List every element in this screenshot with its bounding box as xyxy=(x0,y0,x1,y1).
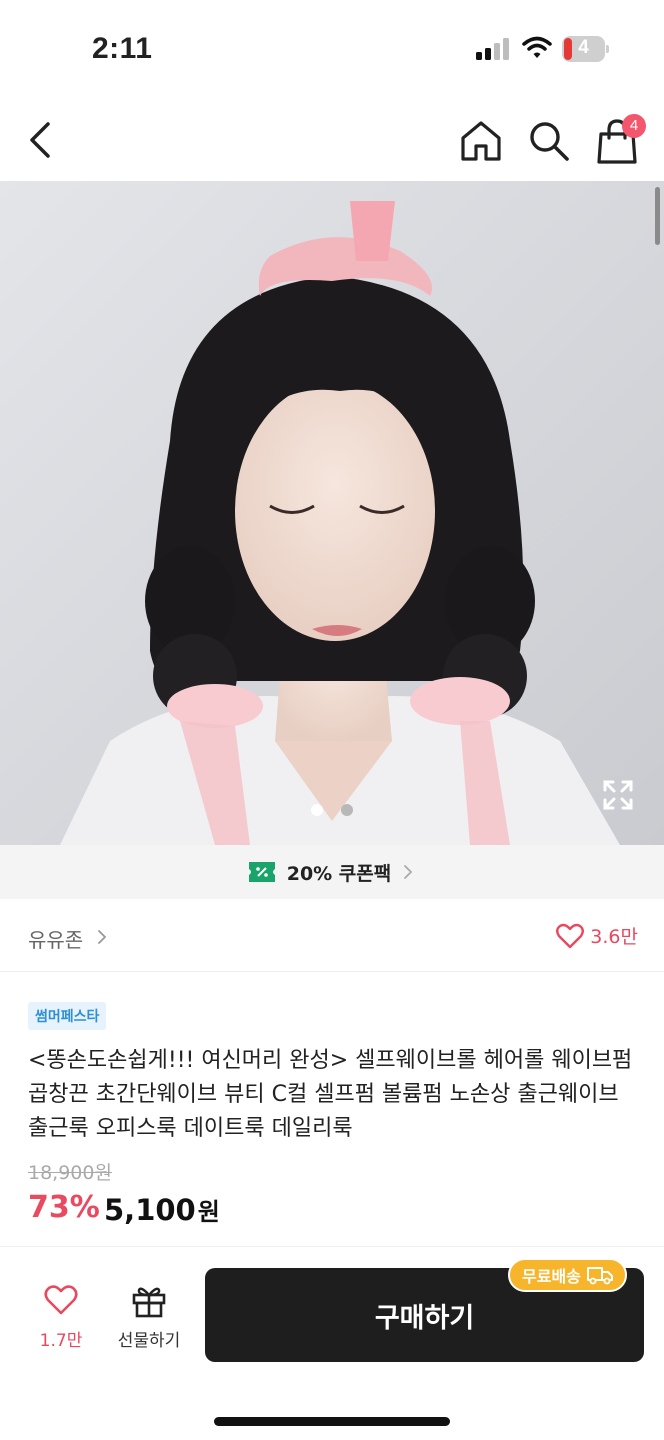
scroll-indicator[interactable] xyxy=(655,187,660,245)
coupon-label: 20% 쿠폰팩 xyxy=(286,862,392,885)
battery-level: 4 xyxy=(578,37,589,58)
truck-icon xyxy=(586,1267,613,1285)
back-icon[interactable] xyxy=(22,118,62,162)
free-shipping-label: 무료배송 xyxy=(522,1267,581,1286)
product-title: <똥손도손쉽게!!! 여신머리 완성> 셀프웨이브롤 헤어롤 웨이브펌 곱창끈 … xyxy=(28,1048,633,1141)
carousel-dots xyxy=(311,801,371,820)
product-photo xyxy=(0,181,664,845)
sale-price: 5,100 원 xyxy=(104,1192,220,1227)
heart-icon xyxy=(556,923,585,948)
discount-rate: 73% xyxy=(28,1190,100,1225)
price-value: 5,100 xyxy=(104,1193,196,1227)
gift-label: 선물하기 xyxy=(117,1331,181,1351)
store-like-button[interactable]: 3.6만 xyxy=(556,922,638,949)
home-icon[interactable] xyxy=(458,118,504,164)
chevron-right-icon xyxy=(98,930,107,944)
status-bar: 2:11 4 xyxy=(0,0,664,100)
carousel-dot-active[interactable] xyxy=(311,804,323,816)
carousel-dot[interactable] xyxy=(341,804,353,816)
status-time: 2:11 xyxy=(92,32,153,65)
price-currency: 원 xyxy=(197,1198,220,1226)
like-button[interactable]: 1.7만 xyxy=(22,1284,100,1364)
coupon-icon xyxy=(248,862,275,882)
gift-button[interactable]: 선물하기 xyxy=(108,1284,190,1364)
product-image-carousel[interactable] xyxy=(0,181,664,845)
nav-bar: 4 xyxy=(0,100,664,180)
event-tag: 썸머페스타 xyxy=(28,1002,107,1030)
heart-icon xyxy=(44,1285,78,1315)
bottom-action-bar: 1.7만 선물하기 구매하기 무료배송 xyxy=(0,1248,664,1440)
like-count: 1.7만 xyxy=(39,1331,83,1351)
chevron-right-icon xyxy=(404,865,413,879)
product-info: 썸머페스타 <똥손도손쉽게!!! 여신머리 완성> 셀프웨이브롤 헤어롤 웨이브… xyxy=(0,972,664,1247)
battery-indicator: 4 xyxy=(562,36,610,62)
search-icon[interactable] xyxy=(526,118,572,164)
store-name-link[interactable]: 유유존 xyxy=(28,924,83,953)
cart-count-badge: 4 xyxy=(622,114,646,138)
coupon-pack-banner[interactable]: 20% 쿠폰팩 xyxy=(0,845,664,899)
cart-button[interactable]: 4 xyxy=(594,114,646,166)
gift-icon xyxy=(132,1287,166,1318)
signal-icon xyxy=(476,38,509,60)
store-row: 유유존 3.6만 xyxy=(0,900,664,972)
home-indicator[interactable] xyxy=(214,1417,450,1426)
expand-icon[interactable] xyxy=(602,779,634,811)
free-shipping-badge: 무료배송 xyxy=(508,1258,627,1292)
original-price: 18,900원 xyxy=(28,1162,112,1184)
store-like-count: 3.6만 xyxy=(590,926,638,948)
wifi-icon xyxy=(522,36,552,58)
